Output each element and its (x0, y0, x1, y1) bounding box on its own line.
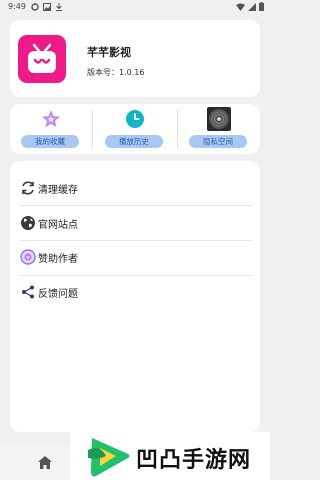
image-status-icon (43, 3, 51, 11)
signal-icon (248, 2, 256, 11)
menu-card: 清理缓存 官网站点 赞助作者 反馈问题 (10, 161, 260, 432)
app-logo-icon (18, 35, 66, 83)
favorites-button[interactable]: 我的收藏 (10, 104, 92, 154)
menu-item-sponsor[interactable]: 赞助作者 (20, 243, 252, 271)
vinyl-icon (207, 107, 231, 131)
menu-label-sponsor: 赞助作者 (38, 254, 78, 265)
refresh-icon (22, 181, 34, 195)
wifi-icon (236, 3, 245, 11)
watermark: 凹凸手游网 (70, 432, 270, 480)
divider (20, 205, 252, 206)
app-version: 版本号：1.0.16 (87, 68, 145, 77)
favorites-label: 我的收藏 (21, 135, 79, 148)
menu-item-official-site[interactable]: 官网站点 (20, 209, 252, 237)
app-info-card: 芊芊影视 版本号：1.0.16 (10, 20, 260, 97)
divider (20, 240, 252, 241)
sponsor-icon (20, 249, 36, 265)
menu-label-official-site: 官网站点 (38, 220, 78, 231)
clock-icon (126, 110, 144, 128)
menu-item-feedback[interactable]: 反馈问题 (20, 278, 252, 306)
history-label: 播放历史 (105, 135, 163, 148)
star-icon (42, 110, 60, 128)
watermark-text: 凹凸手游网 (136, 448, 252, 473)
divider (92, 110, 93, 148)
home-icon[interactable] (38, 456, 52, 469)
menu-label-feedback: 反馈问题 (38, 289, 78, 300)
divider (20, 275, 252, 276)
history-button[interactable]: 播放历史 (94, 104, 176, 154)
battery-icon (259, 2, 264, 11)
status-time: 9:49 (8, 2, 26, 11)
quick-actions-card: 我的收藏 播放历史 隐私空间 (10, 104, 260, 154)
menu-label-clear-cache: 清理缓存 (38, 185, 78, 196)
settings-status-icon (31, 3, 39, 11)
globe-icon (21, 216, 35, 230)
download-status-icon (56, 3, 62, 11)
menu-item-clear-cache[interactable]: 清理缓存 (20, 174, 252, 202)
watermark-logo-icon (88, 438, 130, 477)
status-bar: 9:49 (0, 0, 270, 14)
private-space-label: 隐私空间 (189, 135, 247, 148)
private-space-button[interactable]: 隐私空间 (178, 104, 260, 154)
app-name: 芊芊影视 (87, 46, 131, 59)
share-icon (22, 285, 34, 299)
